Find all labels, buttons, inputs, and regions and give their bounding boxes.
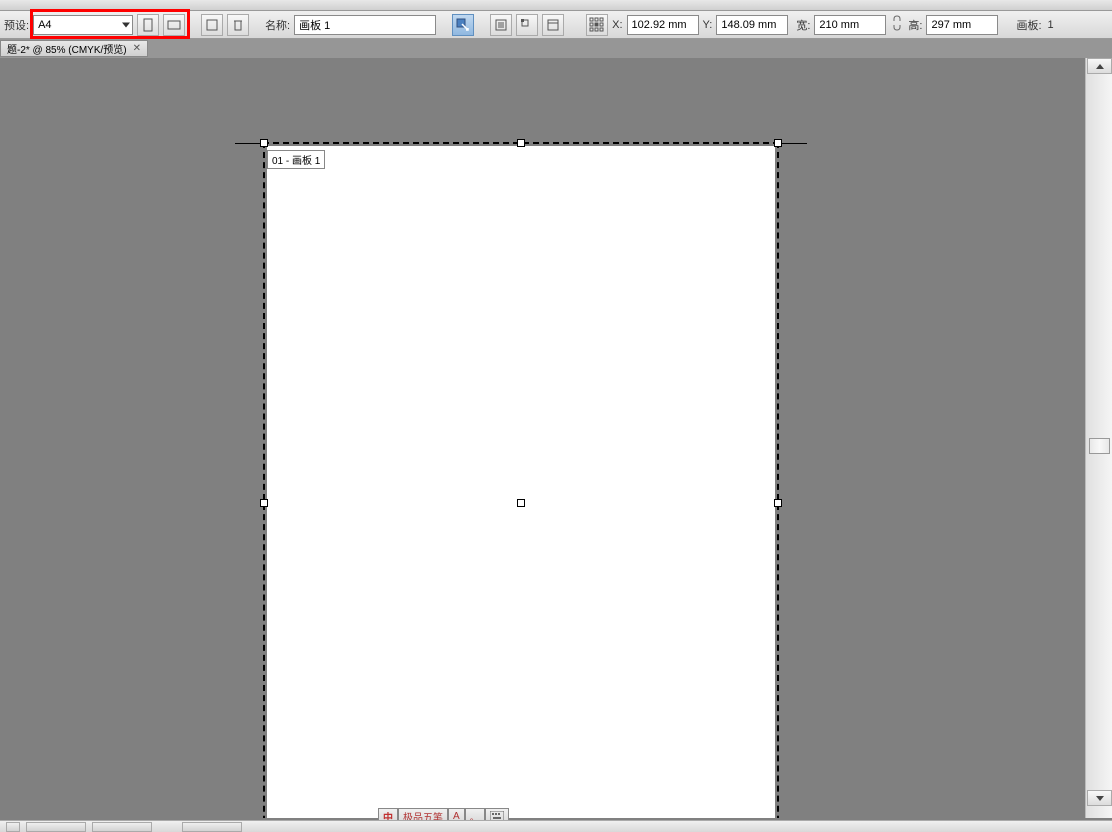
scroll-up-button[interactable] <box>1087 58 1112 74</box>
top-menubar <box>0 0 1112 11</box>
taskbar-item[interactable] <box>182 822 242 832</box>
arrow-down-icon <box>1096 796 1104 801</box>
scroll-thumb[interactable] <box>1089 438 1110 454</box>
chevron-down-icon <box>122 22 130 27</box>
resize-handle-tr[interactable] <box>774 139 782 147</box>
canvas-workspace[interactable]: 01 - 画板 1 <box>0 58 1085 818</box>
delete-artboard-button[interactable] <box>227 14 249 36</box>
name-label: 名称: <box>265 17 290 33</box>
document-tab[interactable]: 题-2* @ 85% (CMYK/预览) ✕ <box>0 40 148 57</box>
reference-point-selector[interactable] <box>586 14 608 36</box>
orientation-landscape-button[interactable] <box>163 14 185 36</box>
artboard-options-button[interactable] <box>490 14 512 36</box>
preset-value: A4 <box>38 19 51 31</box>
presets-menu-button[interactable] <box>542 14 564 36</box>
artboard[interactable]: 01 - 画板 1 <box>265 144 777 818</box>
width-label: 宽: <box>796 17 810 33</box>
artboard-options-bar: 预设: A4 名称: X: Y: 宽: <box>0 11 1112 39</box>
document-tab-label: 题-2* @ 85% (CMYK/预览) <box>7 41 127 56</box>
taskbar-start[interactable] <box>6 822 20 832</box>
x-label: X: <box>612 19 622 31</box>
artboard-menu-button[interactable] <box>516 14 538 36</box>
x-position-input[interactable] <box>627 15 699 35</box>
link-dimensions-icon[interactable] <box>892 14 902 35</box>
preset-label: 预设: <box>4 17 29 33</box>
resize-handle-tl[interactable] <box>260 139 268 147</box>
height-input[interactable] <box>926 15 998 35</box>
move-artwork-toggle[interactable] <box>452 14 474 36</box>
y-position-input[interactable] <box>716 15 788 35</box>
height-label: 高: <box>908 17 922 33</box>
resize-handle-tc[interactable] <box>517 139 525 147</box>
taskbar-item[interactable] <box>92 822 152 832</box>
new-artboard-button[interactable] <box>201 14 223 36</box>
resize-handle-ml[interactable] <box>260 499 268 507</box>
artboard-number: 1 <box>1048 19 1054 31</box>
scroll-down-button[interactable] <box>1087 790 1112 806</box>
artboard-name-input[interactable] <box>294 15 436 35</box>
taskbar-item[interactable] <box>26 822 86 832</box>
vertical-scrollbar[interactable] <box>1085 58 1112 818</box>
artboard-tag[interactable]: 01 - 画板 1 <box>267 150 325 169</box>
document-tab-bar: 题-2* @ 85% (CMYK/预览) ✕ <box>0 39 1112 58</box>
arrow-up-icon <box>1096 64 1104 69</box>
artboard-nav-label: 画板: <box>1016 17 1041 33</box>
close-icon[interactable]: ✕ <box>133 43 141 54</box>
orientation-portrait-button[interactable] <box>137 14 159 36</box>
artboard-selection-outline <box>263 142 779 818</box>
width-input[interactable] <box>814 15 886 35</box>
preset-combobox[interactable]: A4 <box>33 15 133 35</box>
resize-handle-mr[interactable] <box>774 499 782 507</box>
taskbar <box>0 820 1112 832</box>
y-label: Y: <box>703 19 713 31</box>
resize-handle-center[interactable] <box>517 499 525 507</box>
